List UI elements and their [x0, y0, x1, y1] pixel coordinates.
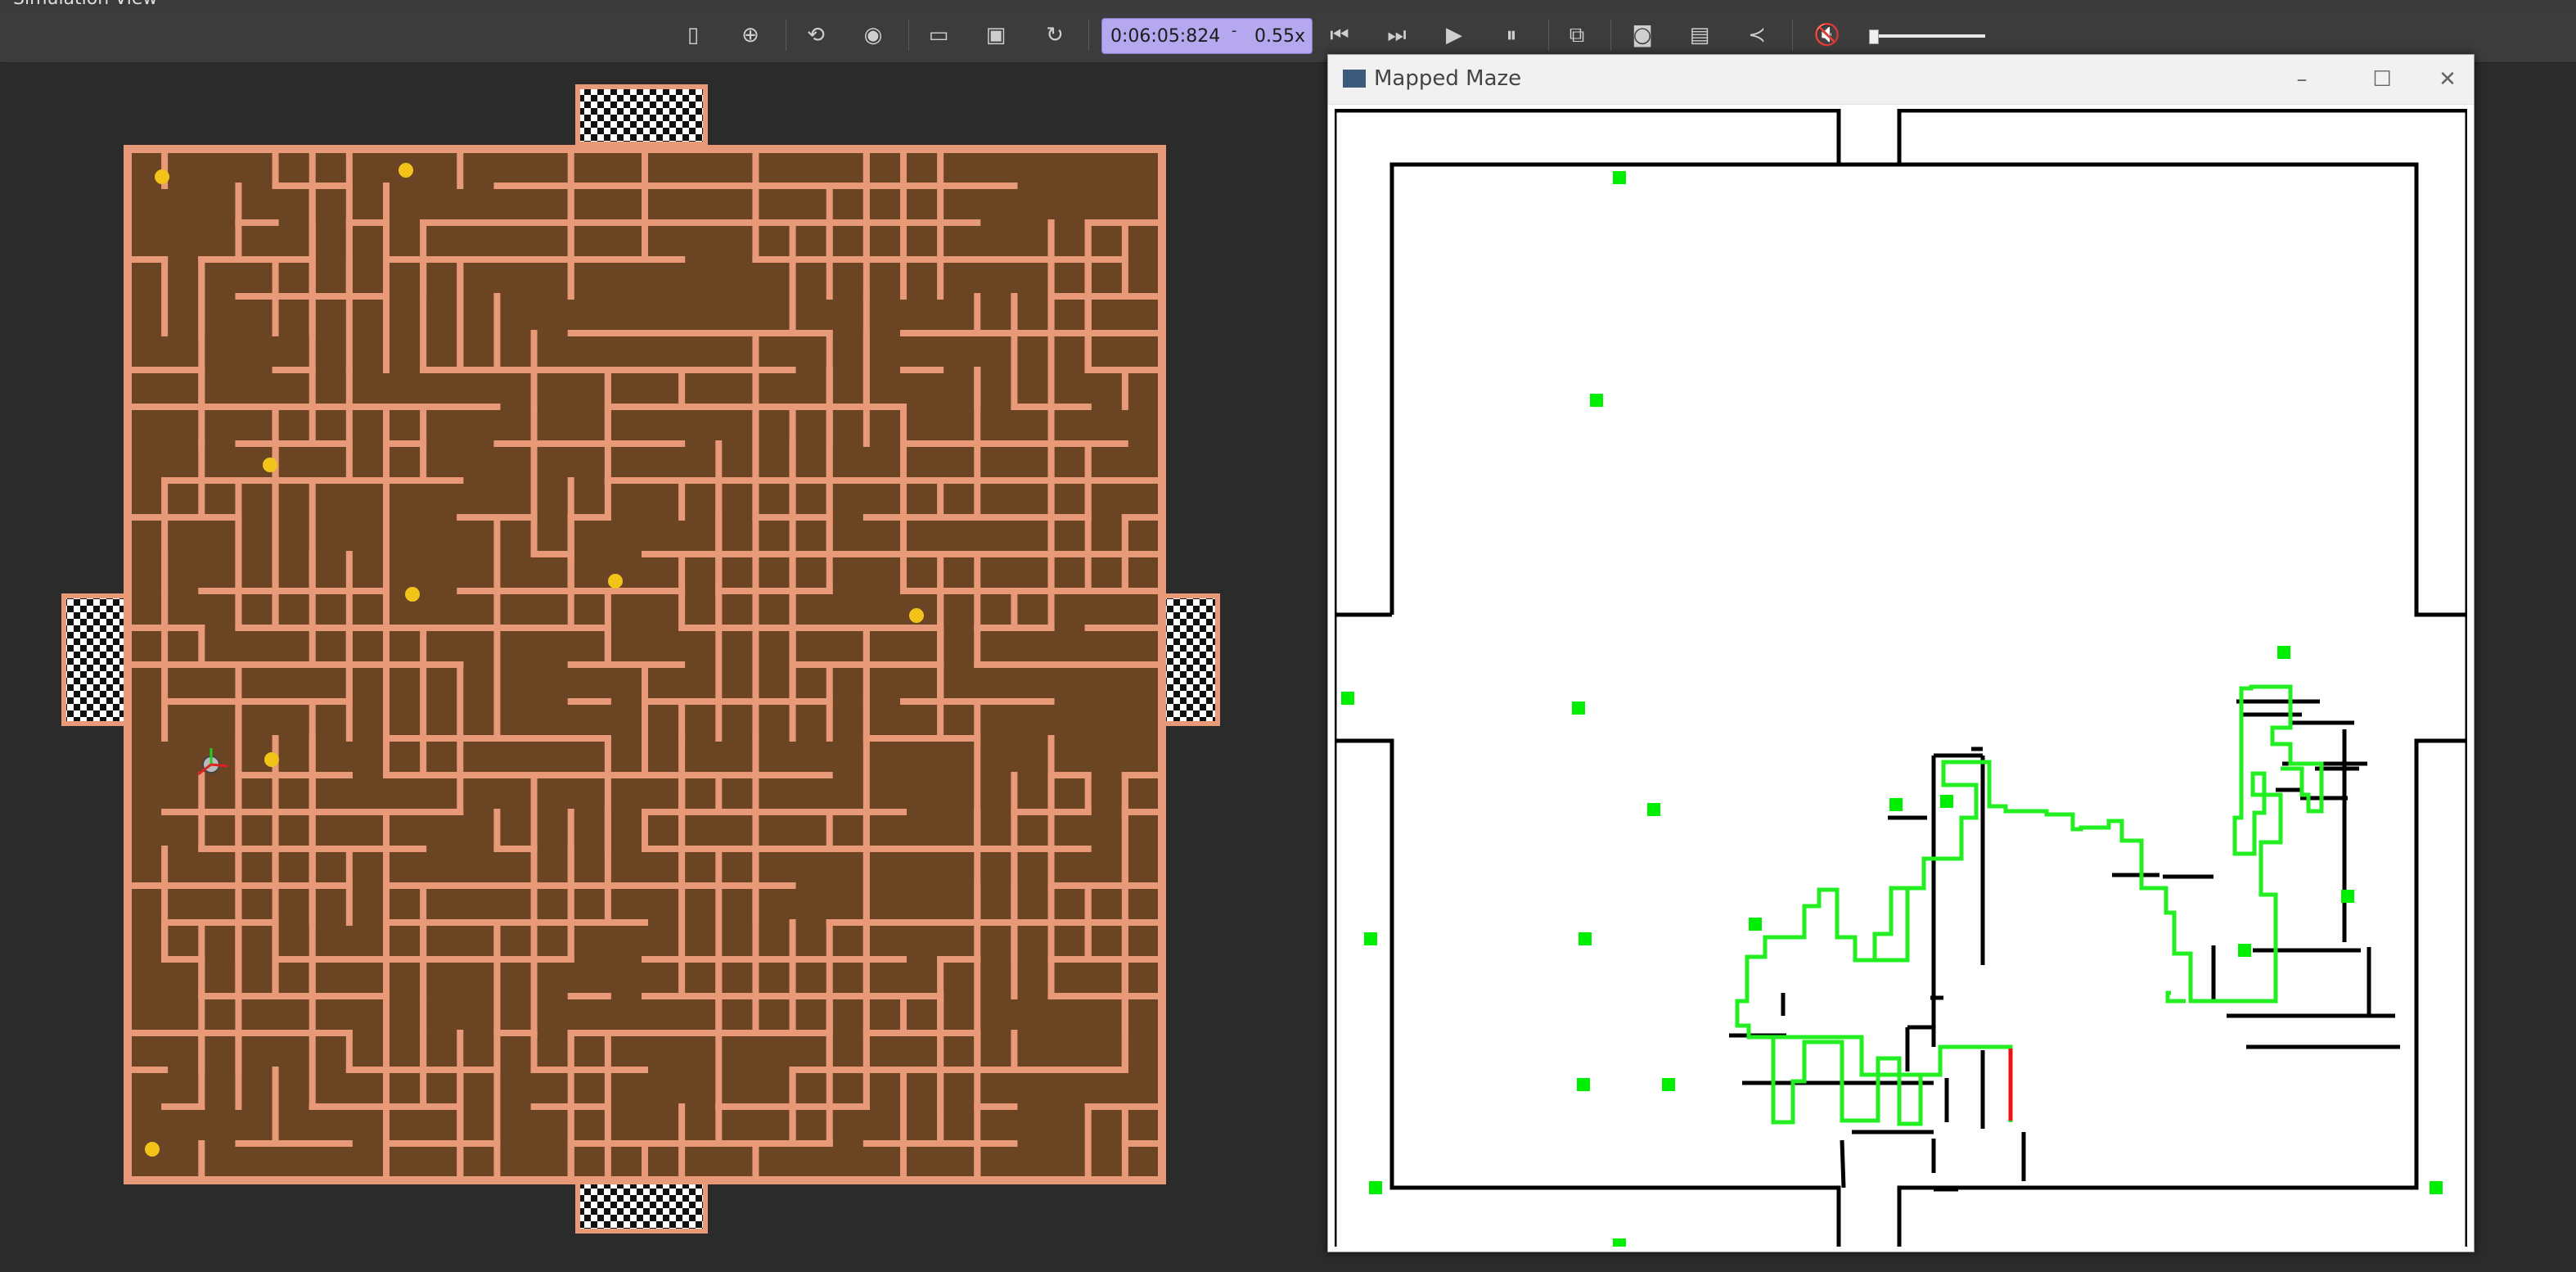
map-marker [1578, 932, 1592, 945]
yellow-ball [263, 458, 277, 472]
mapped-maze-window[interactable]: Mapped Maze – ☐ ✕ [1327, 54, 2475, 1252]
map-marker [1662, 1078, 1675, 1091]
yellow-ball [155, 169, 169, 184]
map-marker [1940, 795, 1953, 808]
plus-circle-icon[interactable]: ⊕ [736, 21, 764, 49]
yellow-ball [399, 163, 413, 178]
simulation-time-display: 0:06:05:824 - 0.55x [1101, 18, 1313, 54]
volume-slider[interactable] [1869, 29, 1985, 44]
map-marker [1364, 932, 1377, 945]
yellow-ball [909, 608, 924, 623]
map-marker [1749, 918, 1762, 931]
open-folder-icon[interactable]: ▭ [925, 21, 952, 49]
window-title-bar[interactable]: Mapped Maze – ☐ ✕ [1328, 55, 2474, 105]
step-forward-icon[interactable]: ⏭ [1383, 21, 1411, 49]
mapped-maze-canvas [1335, 109, 2467, 1247]
sim-time: 0:06:05:824 [1110, 26, 1221, 47]
maximize-icon[interactable]: ☐ [2362, 63, 2402, 96]
map-marker [1889, 798, 1903, 811]
yellow-ball [145, 1142, 160, 1157]
map-marker [1341, 692, 1354, 705]
app-title-bar: Simulation View [0, 0, 2576, 9]
map-marker [1572, 701, 1585, 715]
save-icon[interactable]: ▣ [982, 21, 1010, 49]
map-marker [1577, 1078, 1590, 1091]
pause-icon[interactable]: ⏸ [1497, 21, 1525, 49]
maze-svg [61, 84, 1220, 1234]
speed-separator: - [1232, 22, 1237, 39]
map-marker [2430, 1181, 2443, 1194]
map-marker [1590, 394, 1603, 407]
yellow-ball [405, 587, 420, 602]
volume-slider-knob[interactable] [1869, 29, 1879, 44]
map-marker [2277, 646, 2290, 659]
map-marker [2341, 890, 2354, 903]
yellow-ball [264, 752, 279, 767]
yellow-ball [608, 574, 623, 589]
map-marker [2238, 944, 2251, 957]
rotate-view-icon[interactable]: ⟲ [802, 21, 830, 49]
camera-icon[interactable]: ◙ [1628, 21, 1656, 49]
close-icon[interactable]: ✕ [2428, 63, 2467, 96]
mute-icon[interactable]: 🔇 [1813, 21, 1841, 49]
map-marker [1647, 803, 1660, 816]
map-marker [1613, 171, 1626, 184]
window-title: Mapped Maze [1374, 66, 1522, 91]
view-3d-icon[interactable]: ⧉ [1563, 21, 1591, 49]
minimize-icon[interactable]: – [2282, 63, 2322, 96]
maze-3d-view[interactable] [8, 62, 1317, 1265]
eye-icon[interactable]: ◉ [859, 21, 887, 49]
step-back-icon[interactable]: ⏮ [1326, 21, 1353, 49]
map-marker [1613, 1238, 1626, 1247]
map-marker [1369, 1181, 1382, 1194]
app-window-icon [1343, 70, 1366, 88]
add-object-icon[interactable]: ▯ [679, 21, 707, 49]
film-icon[interactable]: ▤ [1686, 21, 1714, 49]
sim-speed: 0.55x [1254, 26, 1306, 47]
play-icon[interactable]: ▶ [1440, 21, 1468, 49]
share-icon[interactable]: ≺ [1743, 21, 1771, 49]
map-wall-segment [1840, 1139, 1846, 1189]
reload-icon[interactable]: ↻ [1041, 21, 1069, 49]
